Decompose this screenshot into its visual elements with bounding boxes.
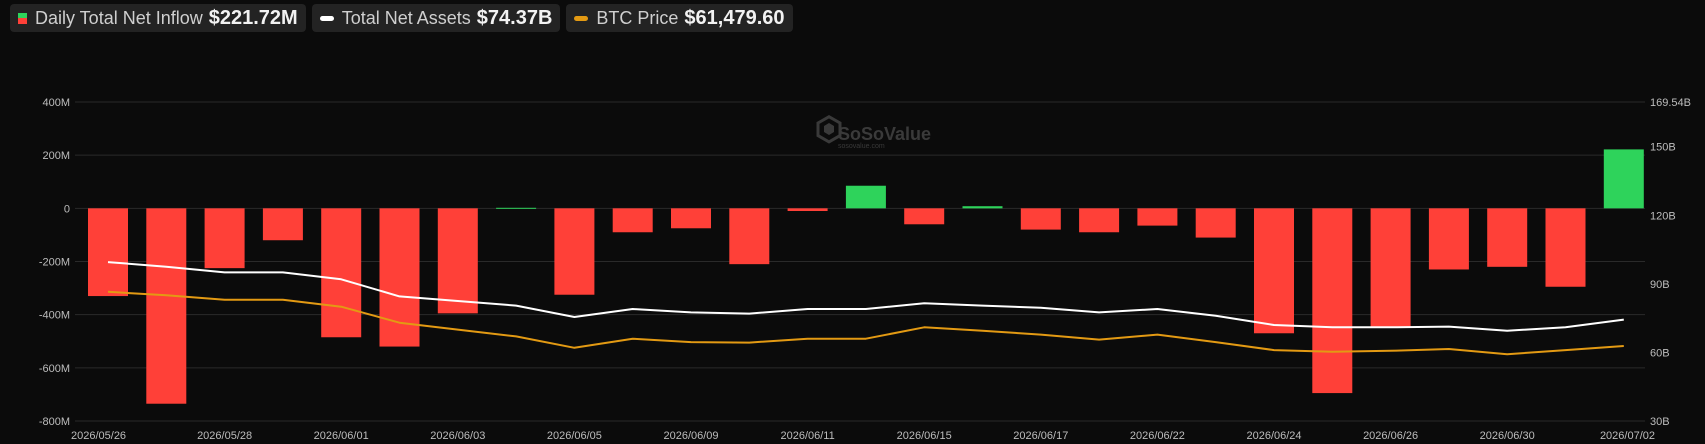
x-tick-label: 2026/06/09: [663, 430, 718, 442]
inflow-bar[interactable]: [962, 206, 1003, 209]
inflow-bar[interactable]: [1020, 208, 1061, 230]
inflow-bar[interactable]: [845, 185, 886, 209]
x-tick-label: 2026/06/17: [1013, 430, 1068, 442]
watermark-name: SoSoValue: [838, 124, 931, 144]
y-left-tick-label: -200M: [39, 257, 70, 269]
x-tick-label: 2026/06/26: [1363, 430, 1418, 442]
inflow-bar[interactable]: [262, 208, 303, 241]
y-left-tick-label: 400M: [42, 97, 70, 109]
inflow-bar[interactable]: [612, 208, 653, 233]
inflow-bar[interactable]: [671, 208, 711, 229]
inflow-bar[interactable]: [146, 208, 187, 404]
inflow-bar[interactable]: [1254, 208, 1294, 334]
inflow-bar[interactable]: [1370, 208, 1411, 327]
x-tick-label: 2026/06/01: [314, 430, 369, 442]
inflow-bar[interactable]: [554, 208, 595, 295]
inflow-bar[interactable]: [379, 208, 420, 347]
y-right-tick-label: 120B: [1650, 210, 1676, 222]
inflow-bar[interactable]: [729, 208, 770, 265]
watermark-url: sosovalue.com: [838, 143, 885, 150]
x-tick-label: 2026/06/24: [1246, 430, 1301, 442]
y-right-tick-label: 169.54B: [1650, 97, 1691, 109]
inflow-bar[interactable]: [787, 208, 828, 211]
inflow-bar[interactable]: [1428, 208, 1469, 270]
inflow-bar[interactable]: [1603, 149, 1644, 209]
sosovalue-logo-inner-icon: [824, 123, 834, 135]
x-tick-label: 2026/06/22: [1130, 430, 1185, 442]
y-right-tick-label: 150B: [1650, 142, 1676, 154]
y-axis-left: 400M 200M 0 -200M -400M -600M -800M: [39, 97, 70, 428]
inflow-bar[interactable]: [1312, 208, 1353, 394]
y-left-tick-label: 0: [64, 203, 70, 215]
inflow-bar[interactable]: [321, 208, 362, 338]
inflow-bar[interactable]: [1079, 208, 1120, 233]
inflow-bar[interactable]: [1545, 208, 1586, 287]
inflow-bar[interactable]: [496, 207, 537, 209]
x-axis: 2026/05/26 2026/05/28 2026/06/01 2026/06/03…: [71, 430, 1655, 442]
chart: SoSoValue sosovalue.com 400M 200M 0 -200M -4…: [39, 97, 1691, 442]
inflow-bar[interactable]: [1137, 208, 1178, 226]
x-tick-label: 2026/07/02: [1600, 430, 1655, 442]
y-left-tick-label: 200M: [42, 150, 70, 162]
inflow-bar[interactable]: [904, 208, 945, 225]
x-tick-label: 2026/06/15: [897, 430, 952, 442]
y-left-tick-label: -400M: [39, 310, 70, 322]
inflow-bar[interactable]: [88, 208, 128, 297]
x-tick-label: 2026/06/11: [780, 430, 834, 442]
watermark: SoSoValue sosovalue.com: [816, 114, 931, 150]
x-tick-label: 2026/05/28: [197, 430, 252, 442]
y-left-tick-label: -800M: [39, 416, 70, 428]
inflow-bar[interactable]: [437, 208, 478, 314]
x-tick-label: 2026/06/30: [1480, 430, 1535, 442]
x-tick-label: 2026/05/26: [71, 430, 126, 442]
y-left-tick-label: -600M: [39, 363, 70, 375]
y-right-tick-label: 60B: [1650, 347, 1670, 359]
x-tick-label: 2026/06/03: [430, 430, 485, 442]
inflow-bar[interactable]: [204, 208, 245, 269]
inflow-bar[interactable]: [1487, 208, 1528, 267]
x-tick-label: 2026/06/05: [547, 430, 602, 442]
inflow-bar[interactable]: [1195, 208, 1236, 238]
y-right-tick-label: 90B: [1650, 279, 1670, 291]
y-right-tick-label: 30B: [1650, 416, 1670, 428]
y-axis-right: 169.54B 150B 120B 90B 60B 30B: [1650, 97, 1691, 428]
